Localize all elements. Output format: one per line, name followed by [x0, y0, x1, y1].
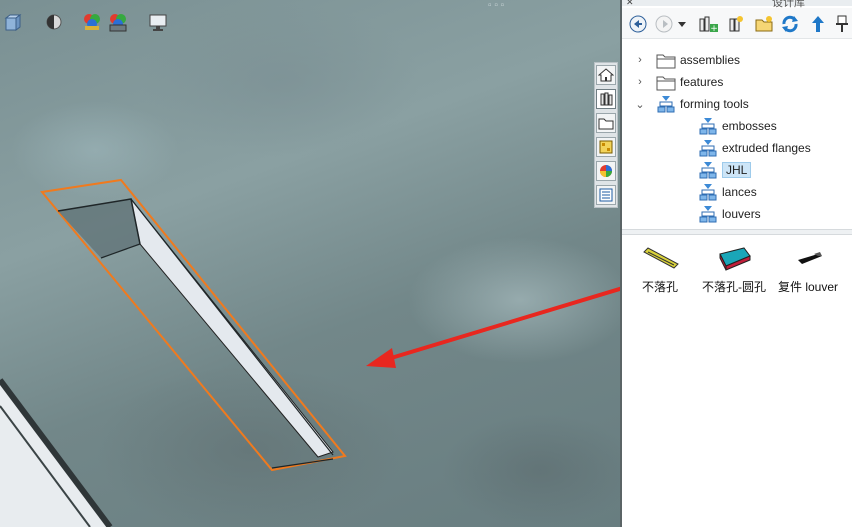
tree-item-label: extruded flanges [722, 141, 811, 155]
view-palette-tab-icon[interactable] [596, 137, 616, 157]
chevron-right-icon[interactable]: › [634, 76, 646, 88]
slot-tool-thumbnail-icon [643, 247, 679, 269]
home-tab-icon[interactable] [596, 65, 616, 85]
forming-tool-folder-icon [699, 162, 717, 179]
tree-item-forming-tools[interactable]: ⌄ forming tools [635, 94, 749, 114]
chevron-right-icon[interactable]: › [634, 54, 646, 66]
task-pane-tabs [594, 62, 618, 208]
folder-icon [656, 54, 676, 69]
annotation-arrow-head [366, 348, 396, 368]
forming-tool-folder-icon [657, 96, 675, 113]
tree-item-jhl[interactable]: JHL [698, 160, 752, 180]
panel-close-icon[interactable]: ✕ [626, 0, 634, 8]
svg-text:+: + [710, 24, 718, 34]
tree-item-label: features [680, 75, 724, 89]
up-level-icon[interactable] [808, 14, 828, 34]
tree-item-label: assemblies [680, 53, 741, 67]
custom-properties-tab-icon[interactable] [596, 185, 616, 205]
library-item-caption: 不落孔-圆孔 [702, 280, 766, 294]
appearances-tab-icon[interactable] [596, 161, 616, 181]
folder-icon [656, 76, 676, 91]
tree-item-louvers[interactable]: louvers [698, 204, 761, 224]
forming-tool-folder-icon [699, 140, 717, 157]
model-geometry[interactable] [0, 0, 620, 527]
panel-splitter[interactable] [622, 229, 852, 235]
louver-edge-side [130, 198, 334, 456]
tree-item-label: lances [722, 185, 757, 199]
library-toolbar: + [622, 8, 852, 39]
library-item-caption: 复件 louver [778, 280, 839, 294]
file-explorer-tab-icon[interactable] [596, 113, 616, 133]
refresh-icon[interactable] [780, 14, 800, 34]
tree-item-label: forming tools [680, 97, 749, 111]
chevron-down-icon[interactable]: ⌄ [634, 98, 646, 111]
louver-tool-thumbnail-icon [798, 252, 823, 264]
panel-title-bar: ✕ 设计库 [622, 0, 852, 9]
tree-item-label: embosses [722, 119, 777, 133]
round-hole-tool-thumbnail-icon [719, 247, 751, 271]
tree-item-embosses[interactable]: embosses [698, 116, 777, 136]
design-library-panel: ✕ 设计库 + › assemblies › features ⌄ formin… [620, 0, 852, 527]
back-icon[interactable] [628, 14, 648, 34]
library-item[interactable]: 不落孔-圆孔 [702, 244, 766, 295]
tree-item-extruded-flanges[interactable]: extruded flanges [698, 138, 811, 158]
pin-icon[interactable] [832, 14, 852, 34]
library-item-caption: 不落孔 [641, 280, 678, 294]
annotation-arrow-line [377, 286, 620, 364]
library-item[interactable]: 不落孔 [640, 244, 680, 295]
tree-item-features[interactable]: › features [638, 72, 724, 92]
tree-item-label: louvers [722, 207, 761, 221]
tree-item-assemblies[interactable]: › assemblies [638, 50, 741, 70]
louver-edge-bottom [271, 458, 334, 469]
tree-item-lances[interactable]: lances [698, 182, 757, 202]
louver-cavity-top [58, 199, 140, 258]
add-file-location-icon[interactable] [726, 14, 746, 34]
dropdown-icon[interactable] [676, 14, 688, 34]
forming-tool-folder-icon [699, 184, 717, 201]
graphics-viewport[interactable]: ▫ ▫ ▫ [0, 0, 620, 527]
forward-icon[interactable] [654, 14, 674, 34]
add-to-library-icon[interactable]: + [698, 14, 718, 34]
tree-item-label-selected: JHL [722, 162, 752, 178]
design-library-tab-icon[interactable] [596, 89, 616, 109]
library-item[interactable]: 复件 louver [778, 244, 838, 295]
create-folder-icon[interactable] [754, 14, 774, 34]
forming-tool-folder-icon [699, 118, 717, 135]
forming-tool-folder-icon [699, 206, 717, 223]
